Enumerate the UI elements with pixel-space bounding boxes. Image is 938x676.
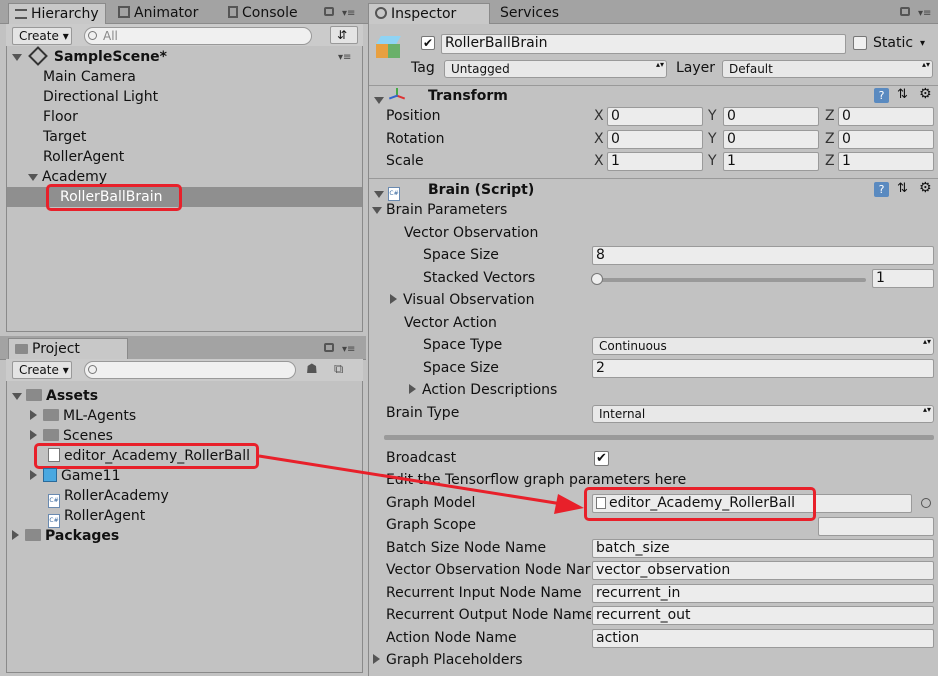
annotation-arrow [258,454,584,514]
arrow-line [258,454,563,506]
arrow-head [554,494,584,514]
